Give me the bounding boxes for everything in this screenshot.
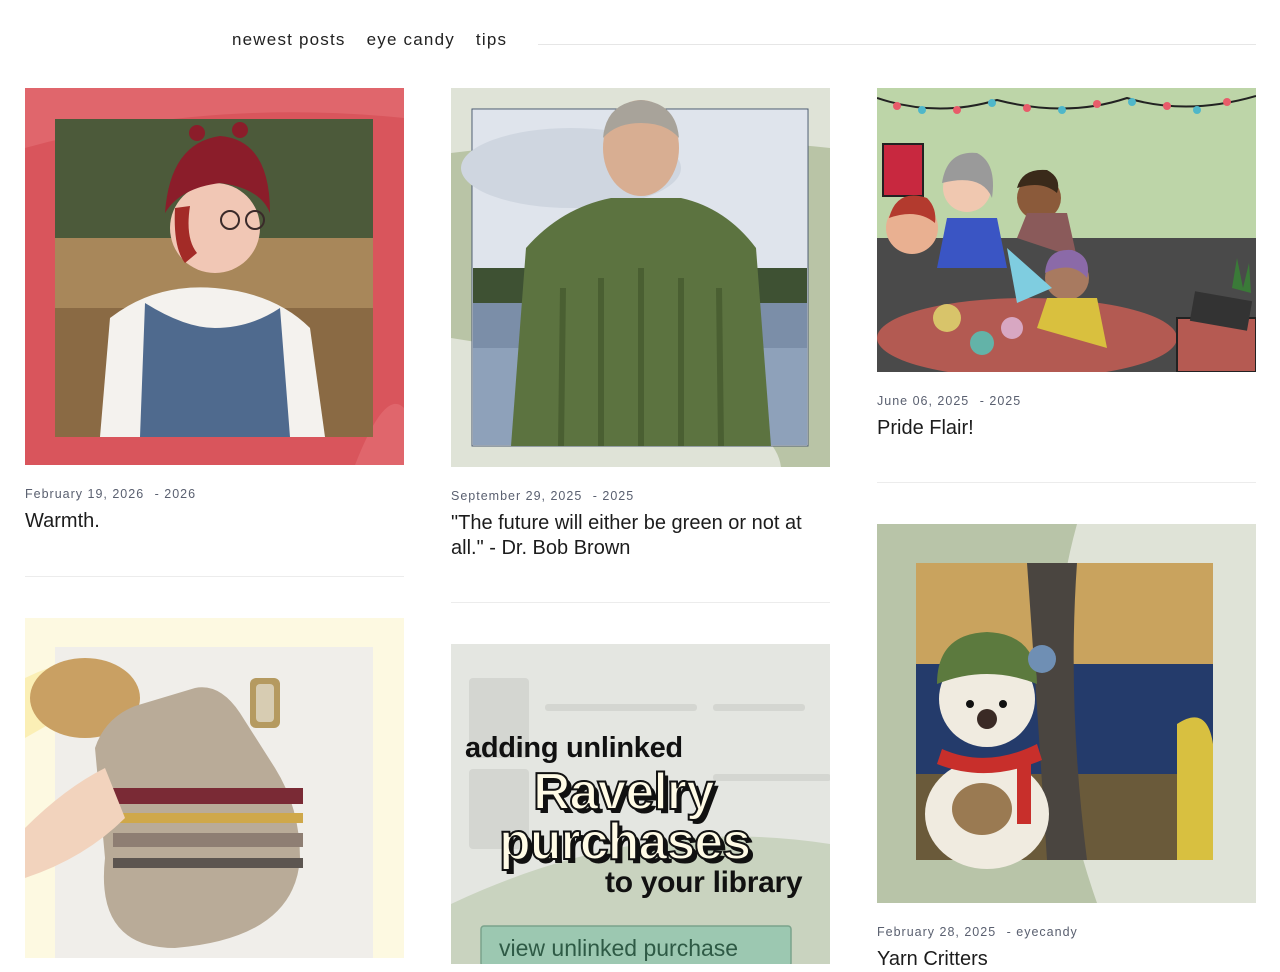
post-card (25, 618, 404, 958)
post-tag[interactable]: - eyecandy (1007, 925, 1078, 939)
green-sweater-photo (451, 88, 830, 467)
post-thumbnail-warmth[interactable] (25, 88, 404, 465)
post-title[interactable]: "The future will either be green or not … (451, 511, 830, 561)
post-divider (877, 482, 1256, 483)
post-card: February 19, 2026 - 2026 Warmth. (25, 88, 404, 577)
ravelry-line-3: purchases (498, 812, 752, 872)
post-title[interactable]: Warmth. (25, 509, 404, 534)
post-date: September 29, 2025 (451, 489, 583, 503)
post-card: adding unlinked Ravelry purchases to you… (451, 644, 830, 964)
top-nav: newest posts eye candy tips (232, 30, 528, 50)
post-tag[interactable]: - 2026 (155, 487, 196, 501)
nav-divider (538, 44, 1256, 45)
post-card: June 06, 2025 - 2025 Pride Flair! (877, 88, 1256, 483)
post-column-2: September 29, 2025 - 2025 "The future wi… (451, 88, 830, 964)
post-meta: February 19, 2026 - 2026 (25, 487, 404, 501)
post-tag[interactable]: - 2025 (980, 394, 1021, 408)
post-card: September 29, 2025 - 2025 "The future wi… (451, 88, 830, 603)
hot-water-bottle-photo (25, 618, 404, 958)
post-column-3: June 06, 2025 - 2025 Pride Flair! Februa… (877, 88, 1256, 972)
pride-comic-illustration (877, 88, 1256, 372)
post-thumbnail-yarn-critters[interactable] (877, 524, 1256, 903)
nav-tips[interactable]: tips (476, 30, 507, 50)
crochet-bear-photo (877, 524, 1256, 903)
knit-vest-photo (25, 88, 404, 465)
post-meta: September 29, 2025 - 2025 (451, 489, 830, 503)
ravelry-view-button: view unlinked purchase (499, 935, 739, 961)
post-title[interactable]: Pride Flair! (877, 416, 1256, 441)
post-card: February 28, 2025 - eyecandy Yarn Critte… (877, 524, 1256, 972)
post-meta: February 28, 2025 - eyecandy (877, 925, 1256, 939)
post-tag[interactable]: - 2025 (593, 489, 634, 503)
post-divider (451, 602, 830, 603)
post-meta: June 06, 2025 - 2025 (877, 394, 1256, 408)
post-thumbnail-pride-flair[interactable] (877, 88, 1256, 372)
post-column-1: February 19, 2026 - 2026 Warmth. (25, 88, 404, 958)
post-divider (25, 576, 404, 577)
post-thumbnail-ravelry-tip[interactable]: adding unlinked Ravelry purchases to you… (451, 644, 830, 964)
nav-newest-posts[interactable]: newest posts (232, 30, 346, 50)
post-thumbnail-green-sweater[interactable] (451, 88, 830, 467)
post-date: June 06, 2025 (877, 394, 970, 408)
post-date: February 19, 2026 (25, 487, 145, 501)
post-thumbnail-hot-water-bottle[interactable] (25, 618, 404, 958)
nav-eye-candy[interactable]: eye candy (367, 30, 455, 50)
post-date: February 28, 2025 (877, 925, 997, 939)
ravelry-line-4: to your library (605, 866, 803, 899)
ravelry-line-1: adding unlinked (465, 732, 683, 764)
